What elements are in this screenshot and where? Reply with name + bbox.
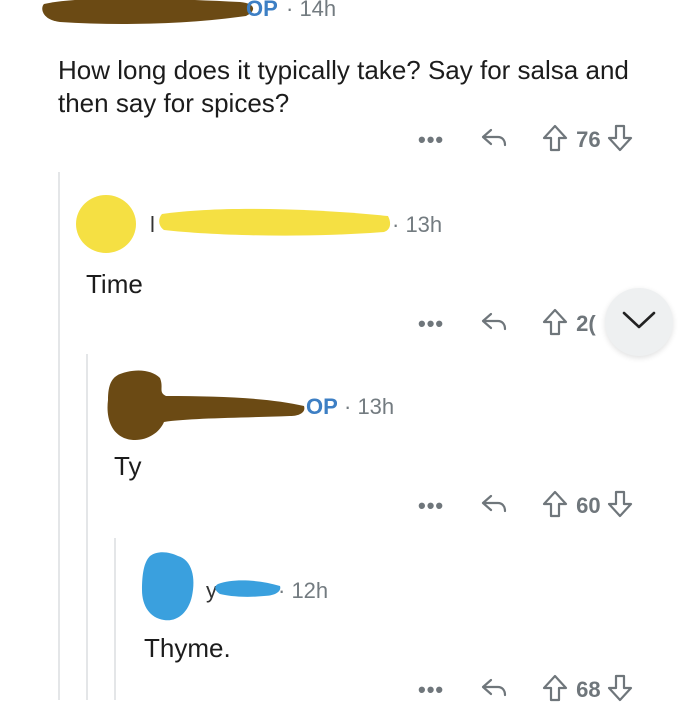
vote-count: 76 [576,127,601,152]
collapse-thread-button[interactable] [605,288,673,356]
downvote-arrow-icon[interactable] [607,490,633,523]
comment-actions: ••• 68 [418,670,633,710]
comment-time: · 12h [278,578,329,603]
upvote-arrow-icon[interactable] [542,490,568,523]
comment-actions: ••• 2( [418,304,596,344]
top-comment: OP · 14h How long does it typically take… [0,0,700,170]
vote-count: 2( [576,311,596,336]
upvote-arrow-icon[interactable] [542,124,568,157]
reply-comment-3: y · 12h Thyme. ••• 68 [0,544,700,702]
downvote-arrow-icon[interactable] [607,674,633,707]
username-prefix: l [150,212,155,237]
comment-body: Thyme. [144,633,231,663]
vote-count: 68 [576,677,601,702]
redacted-avatar [142,552,194,621]
comment-time: · 14h [286,0,337,21]
vote-count: 60 [576,493,601,518]
comment-time: · 13h [344,394,395,419]
reply-comment-1: l · 13h Time ••• 2( [0,180,700,350]
comment-actions: ••• 76 [418,120,633,160]
more-options-button[interactable]: ••• [418,493,444,519]
redacted-username [159,208,391,236]
more-options-button[interactable]: ••• [418,127,444,153]
chevron-down-icon [621,309,657,336]
op-badge: OP [246,0,278,21]
reply-arrow-icon[interactable] [480,676,508,705]
comment-body: Time [86,269,143,299]
redacted-username [107,370,305,441]
reply-comment-2: OP · 13h Ty ••• 60 [0,360,700,530]
upvote-arrow-icon[interactable] [542,674,568,707]
op-badge: OP [306,394,338,419]
more-options-button[interactable]: ••• [418,311,444,337]
upvote-arrow-icon[interactable] [542,308,568,341]
comment-body: Ty [114,451,142,481]
reply-arrow-icon[interactable] [480,310,508,339]
redacted-avatar [76,195,136,253]
comment-actions: ••• 60 [418,486,633,526]
comment-time: · 13h [392,212,443,237]
comment-body: How long does it typically take? Say for… [58,55,629,118]
redacted-username [215,580,281,597]
downvote-arrow-icon[interactable] [607,124,633,157]
reply-arrow-icon[interactable] [480,126,508,155]
reply-arrow-icon[interactable] [480,492,508,521]
redacted-username [42,0,254,24]
more-options-button[interactable]: ••• [418,677,444,703]
